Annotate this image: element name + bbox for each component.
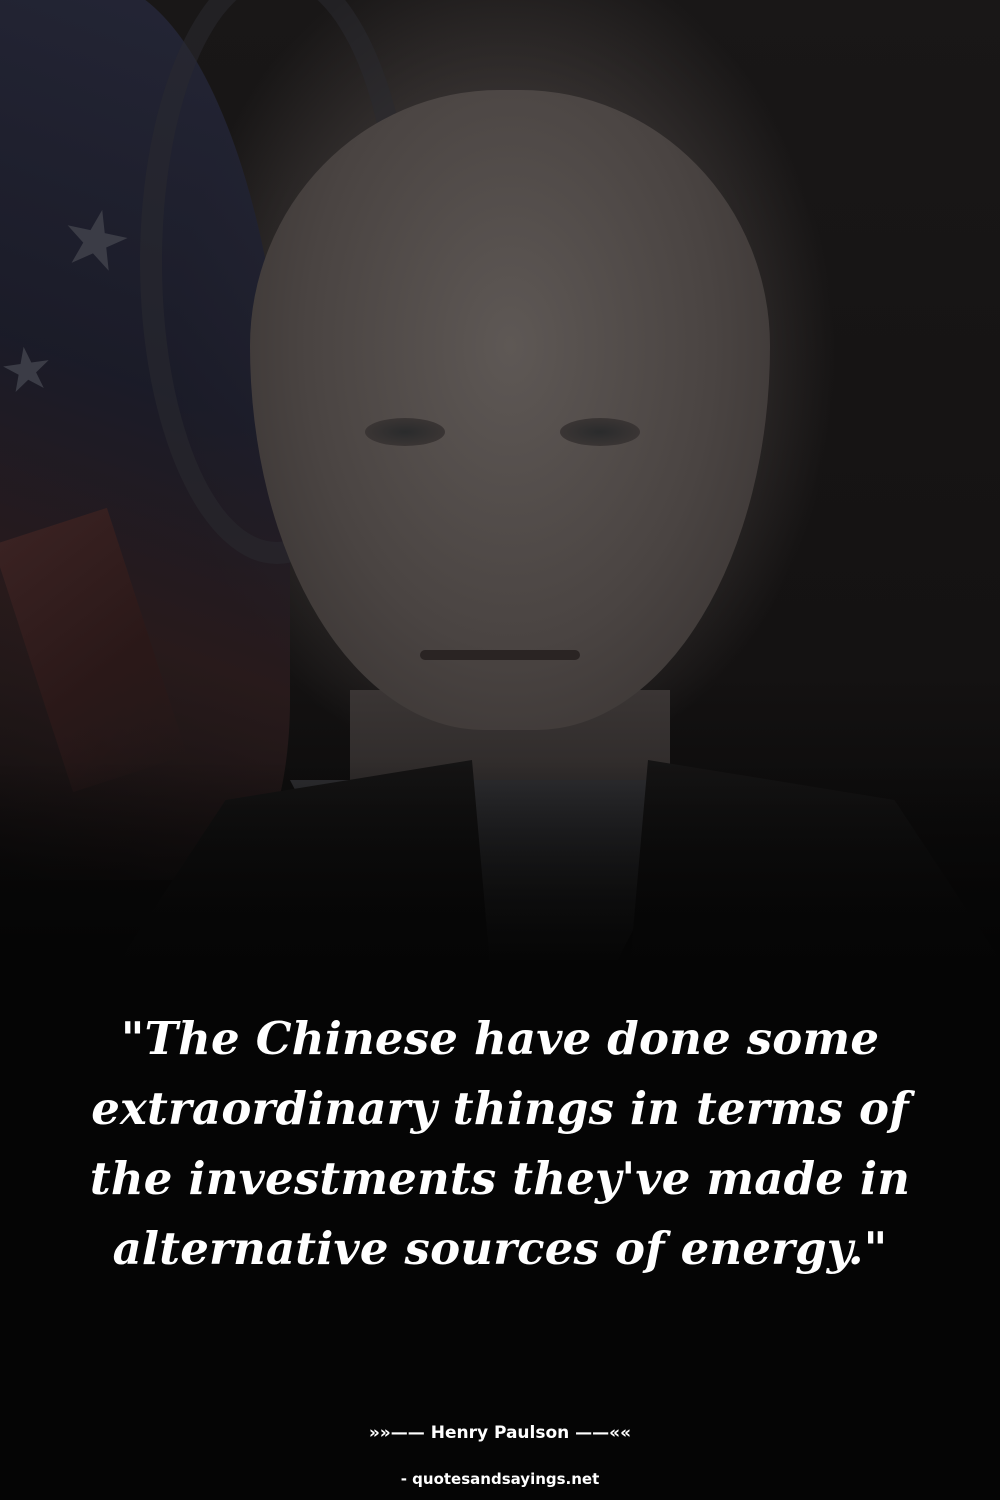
photo-fade bbox=[0, 760, 1000, 980]
portrait-photo: ★ ★ bbox=[0, 0, 1000, 980]
quote-poster: ★ ★ "The Chinese have done some extraord… bbox=[0, 0, 1000, 1500]
quote-text: "The Chinese have done some extraordinar… bbox=[89, 1012, 911, 1275]
portrait-eye-right bbox=[560, 418, 640, 446]
portrait-eye-left bbox=[365, 418, 445, 446]
portrait-mouth bbox=[420, 650, 580, 660]
portrait-head bbox=[250, 90, 770, 730]
quote-author: »»—— Henry Paulson ——«« bbox=[368, 1423, 632, 1443]
source-credit: - quotesandsayings.net bbox=[400, 1470, 600, 1488]
star-icon: ★ bbox=[0, 331, 59, 409]
